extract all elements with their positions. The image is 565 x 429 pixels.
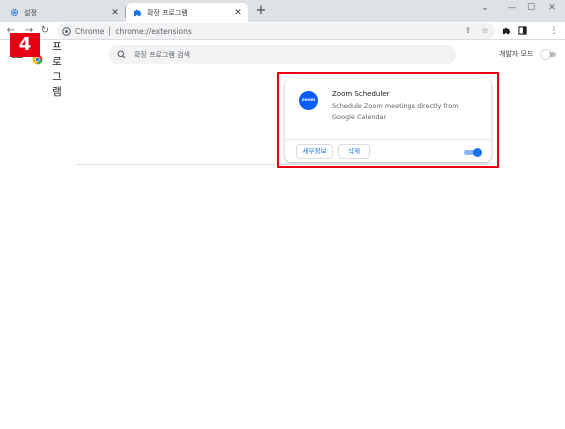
chevron-down-icon[interactable]: ⌄ (478, 2, 492, 14)
extensions-puzzle-icon[interactable] (499, 24, 513, 38)
address-chip: Chrome (75, 26, 105, 36)
tab-title: 설정 (24, 8, 37, 17)
developer-mode-toggle[interactable] (541, 50, 557, 59)
toolbar: ← → ↻ Chrome chrome://extensions ⇪ ☆ ⋮ (0, 22, 565, 40)
browser-window: 설정 ✕ 확장 프로그램 ✕ + ⌄ — ☐ ✕ ← → ↻ Chrome ch… (0, 0, 565, 429)
address-bar[interactable]: Chrome chrome://extensions ⇪ ☆ (57, 23, 495, 39)
page-title-char: 로 (52, 56, 62, 68)
page-title-char: 프 (52, 41, 62, 53)
new-tab-button[interactable]: + (254, 4, 268, 18)
close-icon[interactable]: ✕ (110, 8, 120, 18)
more-menu-icon[interactable]: ⋮ (547, 24, 561, 38)
maximize-icon[interactable]: ☐ (524, 2, 538, 14)
tab-strip: 설정 ✕ 확장 프로그램 ✕ + ⌄ — ☐ ✕ (0, 0, 565, 22)
reload-icon[interactable]: ↻ (38, 24, 52, 38)
window-close-icon[interactable]: ✕ (545, 2, 559, 14)
share-icon[interactable]: ⇪ (461, 23, 475, 39)
page-title-char: 램 (52, 86, 62, 98)
search-icon (117, 50, 127, 60)
search-input[interactable] (134, 50, 434, 59)
address-divider (109, 26, 111, 36)
toggle-knob (541, 50, 550, 59)
extensions-search[interactable] (108, 45, 456, 64)
close-icon[interactable]: ✕ (233, 8, 243, 18)
minimize-icon[interactable]: — (505, 2, 519, 14)
address-url: chrome://extensions (115, 26, 192, 36)
developer-mode-label: 개발자 모드 (499, 50, 534, 58)
bookmark-star-icon[interactable]: ☆ (478, 23, 492, 39)
gear-icon (10, 8, 19, 17)
chrome-icon (62, 26, 71, 36)
tab-settings[interactable]: 설정 ✕ (3, 3, 125, 22)
tab-extensions[interactable]: 확장 프로그램 ✕ (126, 3, 248, 22)
puzzle-icon (133, 8, 142, 17)
tab-title: 확장 프로그램 (147, 8, 188, 17)
side-panel-icon[interactable] (515, 24, 529, 38)
highlight-box (277, 72, 499, 168)
page-title-char: 그 (52, 71, 62, 83)
page-title: 프 로 그 램 (51, 40, 63, 100)
step-badge: 4 (10, 33, 40, 57)
